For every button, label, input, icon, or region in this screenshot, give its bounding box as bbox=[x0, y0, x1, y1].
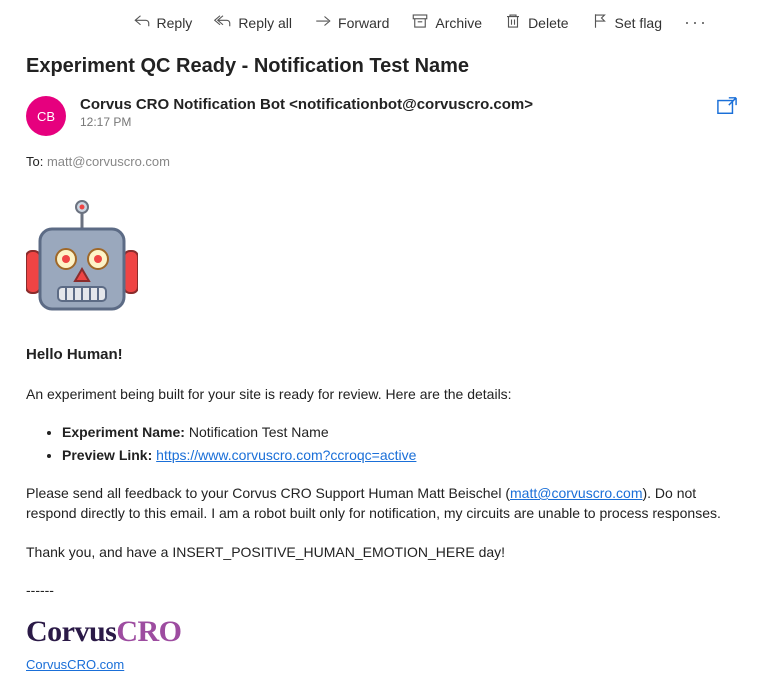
set-flag-label: Set flag bbox=[615, 15, 662, 31]
experiment-name-value: Notification Test Name bbox=[189, 424, 329, 440]
reply-label: Reply bbox=[157, 15, 193, 31]
forward-button[interactable]: Forward bbox=[314, 12, 389, 33]
details-list: Experiment Name: Notification Test Name … bbox=[62, 422, 738, 465]
archive-label: Archive bbox=[435, 15, 482, 31]
forward-label: Forward bbox=[338, 15, 389, 31]
email-subject: Experiment QC Ready - Notification Test … bbox=[26, 55, 738, 78]
delete-icon bbox=[504, 12, 522, 33]
flag-icon bbox=[591, 12, 609, 33]
reply-icon bbox=[133, 12, 151, 33]
list-item: Preview Link: https://www.corvuscro.com?… bbox=[62, 445, 738, 465]
delete-label: Delete bbox=[528, 15, 568, 31]
site-link[interactable]: CorvusCRO.com bbox=[26, 657, 124, 672]
preview-link[interactable]: https://www.corvuscro.com?ccroqc=active bbox=[156, 447, 416, 463]
sender-display: Corvus CRO Notification Bot <notificatio… bbox=[80, 96, 702, 113]
list-item: Experiment Name: Notification Test Name bbox=[62, 422, 738, 442]
experiment-name-label: Experiment Name: bbox=[62, 424, 185, 440]
corvuscro-logo: CorvusCRO bbox=[26, 610, 738, 654]
sender-avatar: CB bbox=[26, 96, 66, 136]
reply-all-label: Reply all bbox=[238, 15, 292, 31]
greeting: Hello Human! bbox=[26, 344, 738, 366]
logo-cro: CRO bbox=[116, 615, 181, 648]
to-label: To: bbox=[26, 154, 43, 169]
open-in-new-window-button[interactable] bbox=[716, 96, 738, 119]
intro-text: An experiment being built for your site … bbox=[26, 384, 738, 404]
preview-link-label: Preview Link: bbox=[62, 447, 152, 463]
archive-button[interactable]: Archive bbox=[411, 12, 482, 33]
more-actions-button[interactable]: ··· bbox=[684, 12, 708, 33]
delete-button[interactable]: Delete bbox=[504, 12, 568, 33]
set-flag-button[interactable]: Set flag bbox=[591, 12, 662, 33]
message-toolbar: Reply Reply all Forward Archive Delete S… bbox=[0, 0, 732, 45]
reply-all-icon bbox=[214, 12, 232, 33]
robot-icon bbox=[26, 199, 738, 324]
email-body: Hello Human! An experiment being built f… bbox=[26, 199, 738, 674]
logo-corvus: Corvus bbox=[26, 615, 116, 648]
thanks-text: Thank you, and have a INSERT_POSITIVE_HU… bbox=[26, 542, 738, 562]
email-header: CB Corvus CRO Notification Bot <notifica… bbox=[26, 96, 738, 136]
reply-button[interactable]: Reply bbox=[133, 12, 193, 33]
support-email-link[interactable]: matt@corvuscro.com bbox=[510, 485, 642, 501]
to-line: To: matt@corvuscro.com bbox=[26, 154, 738, 169]
forward-icon bbox=[314, 12, 332, 33]
feedback-pre: Please send all feedback to your Corvus … bbox=[26, 485, 510, 501]
to-value: matt@corvuscro.com bbox=[47, 154, 170, 169]
sent-time: 12:17 PM bbox=[80, 115, 702, 129]
feedback-paragraph: Please send all feedback to your Corvus … bbox=[26, 483, 738, 524]
signature-divider: ------ bbox=[26, 580, 738, 600]
reply-all-button[interactable]: Reply all bbox=[214, 12, 292, 33]
archive-icon bbox=[411, 12, 429, 33]
